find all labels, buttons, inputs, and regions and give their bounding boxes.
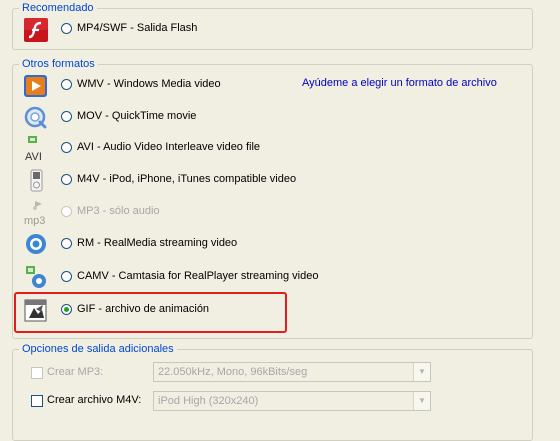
rm-label: RM - RealMedia streaming video [77,237,238,249]
mp3-label: MP3 - sólo audio [77,205,160,217]
chevron-down-icon: ▼ [413,363,430,381]
recommended-title: Recomendado [19,2,97,14]
m4v-radio[interactable] [61,174,72,185]
ipod-icon [23,168,49,194]
windows-media-icon [23,73,49,99]
format-row-rm[interactable]: RM - RealMedia streaming video [23,232,543,260]
avi-radio[interactable] [61,142,72,153]
svg-text:mp3: mp3 [24,215,45,226]
additional-options-title: Opciones de salida adicionales [19,343,177,355]
m4v-preset-select: iPod High (320x240) ▼ [153,391,431,411]
create-mp3-checkbox [31,367,43,379]
realmedia-icon [23,232,49,258]
create-mp3-label: Crear MP3: [47,366,104,378]
create-m4v-checkbox[interactable] [31,395,43,407]
format-row-camv[interactable]: CAMV - Camtasia for RealPlayer streaming… [23,265,543,293]
format-row-wmv[interactable]: WMV - Windows Media video [23,73,543,101]
create-m4v-label: Crear archivo M4V: [47,394,142,406]
mov-label: MOV - QuickTime movie [77,110,197,122]
mp3-quality-select: 22.050kHz, Mono, 96kBits/seg ▼ [153,362,431,382]
format-row-gif[interactable]: GIF - archivo de animación [23,298,543,326]
gif-label: GIF - archivo de animación [77,303,210,315]
mp3-icon: mp3 [23,200,49,227]
m4v-preset-value: iPod High (320x240) [158,395,259,407]
avi-label: AVI - Audio Video Interleave video file [77,141,261,153]
gif-animation-icon [23,298,49,324]
gif-radio[interactable] [61,304,72,315]
quicktime-icon [23,105,49,131]
m4v-label: M4V - iPod, iPhone, iTunes compatible vi… [77,173,297,185]
chevron-down-icon: ▼ [413,392,430,410]
flash-label: MP4/SWF - Salida Flash [77,22,198,34]
format-row-flash[interactable]: MP4/SWF - Salida Flash [23,17,543,45]
other-formats-title: Otros formatos [19,58,98,70]
format-row-mov[interactable]: MOV - QuickTime movie [23,105,543,133]
camv-label: CAMV - Camtasia for RealPlayer streaming… [77,270,319,282]
camv-icon [23,265,49,291]
wmv-label: WMV - Windows Media video [77,78,221,90]
rm-radio[interactable] [61,238,72,249]
svg-text:AVI: AVI [25,151,42,162]
format-row-mp3: mp3 MP3 - sólo audio [23,200,543,228]
wmv-radio[interactable] [61,79,72,90]
flash-icon [23,17,49,43]
mp3-quality-value: 22.050kHz, Mono, 96kBits/seg [158,366,308,378]
mov-radio[interactable] [61,111,72,122]
flash-radio[interactable] [61,23,72,34]
camv-radio[interactable] [61,271,72,282]
avi-icon: AVI [23,136,49,163]
mp3-radio [61,206,72,217]
format-row-m4v[interactable]: M4V - iPod, iPhone, iTunes compatible vi… [23,168,543,196]
format-row-avi[interactable]: AVI AVI - Audio Video Interleave video f… [23,136,543,164]
